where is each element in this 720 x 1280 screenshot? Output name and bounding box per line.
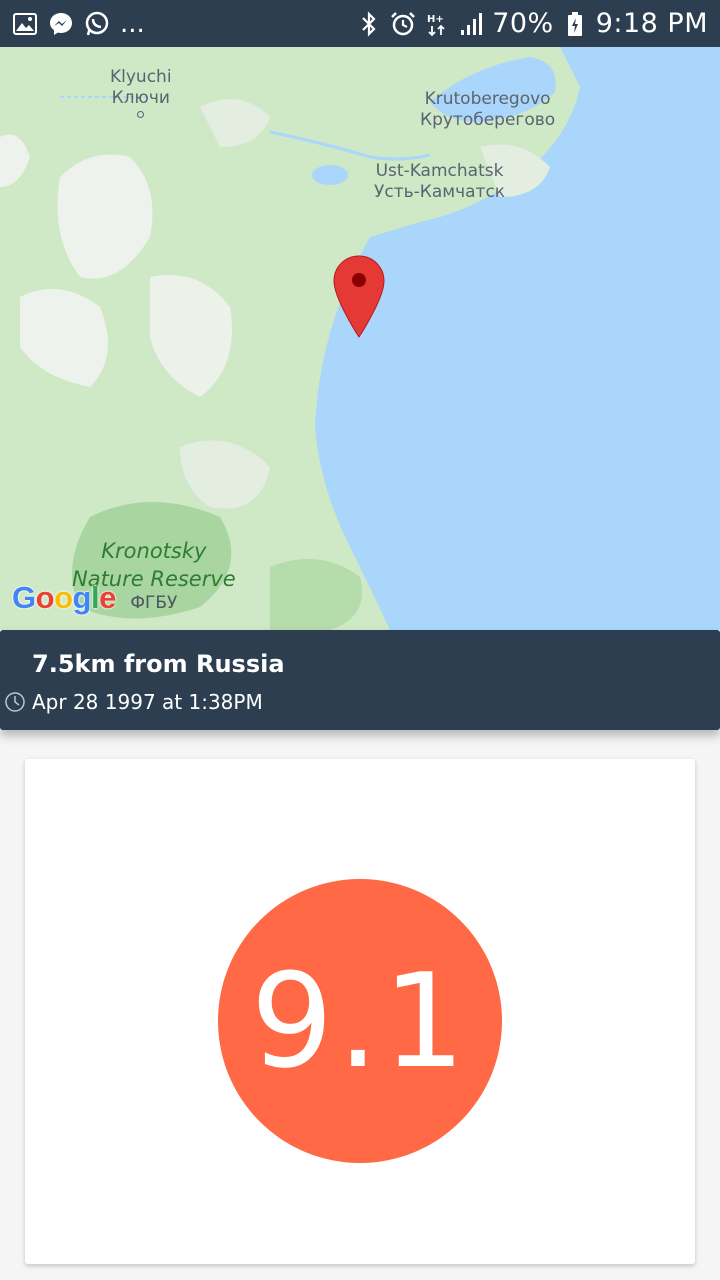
logo-letter: o bbox=[35, 580, 55, 615]
gallery-icon bbox=[12, 11, 38, 37]
whatsapp-icon bbox=[84, 11, 110, 37]
magnitude-value: 9.1 bbox=[250, 945, 470, 1097]
logo-letter: g bbox=[72, 580, 92, 615]
messenger-icon bbox=[48, 11, 74, 37]
battery-percent: 70% bbox=[492, 8, 554, 39]
quake-info-bar: 7.5km from Russia Apr 28 1997 at 1:38PM bbox=[0, 630, 720, 730]
google-logo: Google bbox=[12, 580, 116, 616]
label-line-1: Kronotsky bbox=[101, 539, 207, 563]
network-icon: H+ bbox=[424, 11, 450, 37]
logo-letter: l bbox=[90, 580, 100, 615]
logo-letter: e bbox=[99, 580, 116, 615]
map-view[interactable]: Klyuchi Ключи Krutoberegovo Крутоберегов… bbox=[0, 47, 720, 630]
label-en: Klyuchi bbox=[110, 67, 172, 87]
magnitude-circle: 9.1 bbox=[218, 879, 502, 1163]
map-label-krutoberegovo: Krutoberegovo Крутоберегово bbox=[420, 89, 555, 131]
bluetooth-icon bbox=[356, 10, 382, 37]
quake-time: Apr 28 1997 at 1:38PM bbox=[32, 690, 263, 714]
label-ru: Усть-Камчатск bbox=[374, 182, 506, 202]
label-ru: Ключи bbox=[111, 88, 170, 108]
signal-icon bbox=[458, 11, 484, 37]
label-en: Krutoberegovo bbox=[424, 89, 551, 109]
svg-text:H+: H+ bbox=[427, 14, 444, 25]
battery-icon bbox=[562, 11, 588, 37]
clock-time: 9:18 PM bbox=[595, 8, 708, 39]
quake-title: 7.5km from Russia bbox=[32, 650, 285, 678]
status-bar: ... H+ 70% 9:18 PM bbox=[0, 0, 720, 47]
map-label-ust-kamchatsk: Ust-Kamchatsk Усть-Камчатск bbox=[374, 161, 505, 203]
logo-letter: o bbox=[54, 580, 73, 615]
quake-time-row: Apr 28 1997 at 1:38PM bbox=[4, 690, 263, 714]
label-ru: Крутоберегово bbox=[420, 110, 556, 130]
label-en: Ust-Kamchatsk bbox=[375, 161, 504, 181]
city-dot bbox=[137, 111, 145, 118]
alarm-icon bbox=[390, 11, 416, 37]
magnitude-card: 9.1 bbox=[25, 759, 695, 1264]
map-label-klyuchi: Klyuchi Ключи bbox=[110, 67, 172, 118]
more-notifications: ... bbox=[120, 8, 145, 39]
logo-letter: G bbox=[12, 580, 36, 615]
clock-icon bbox=[4, 691, 26, 713]
